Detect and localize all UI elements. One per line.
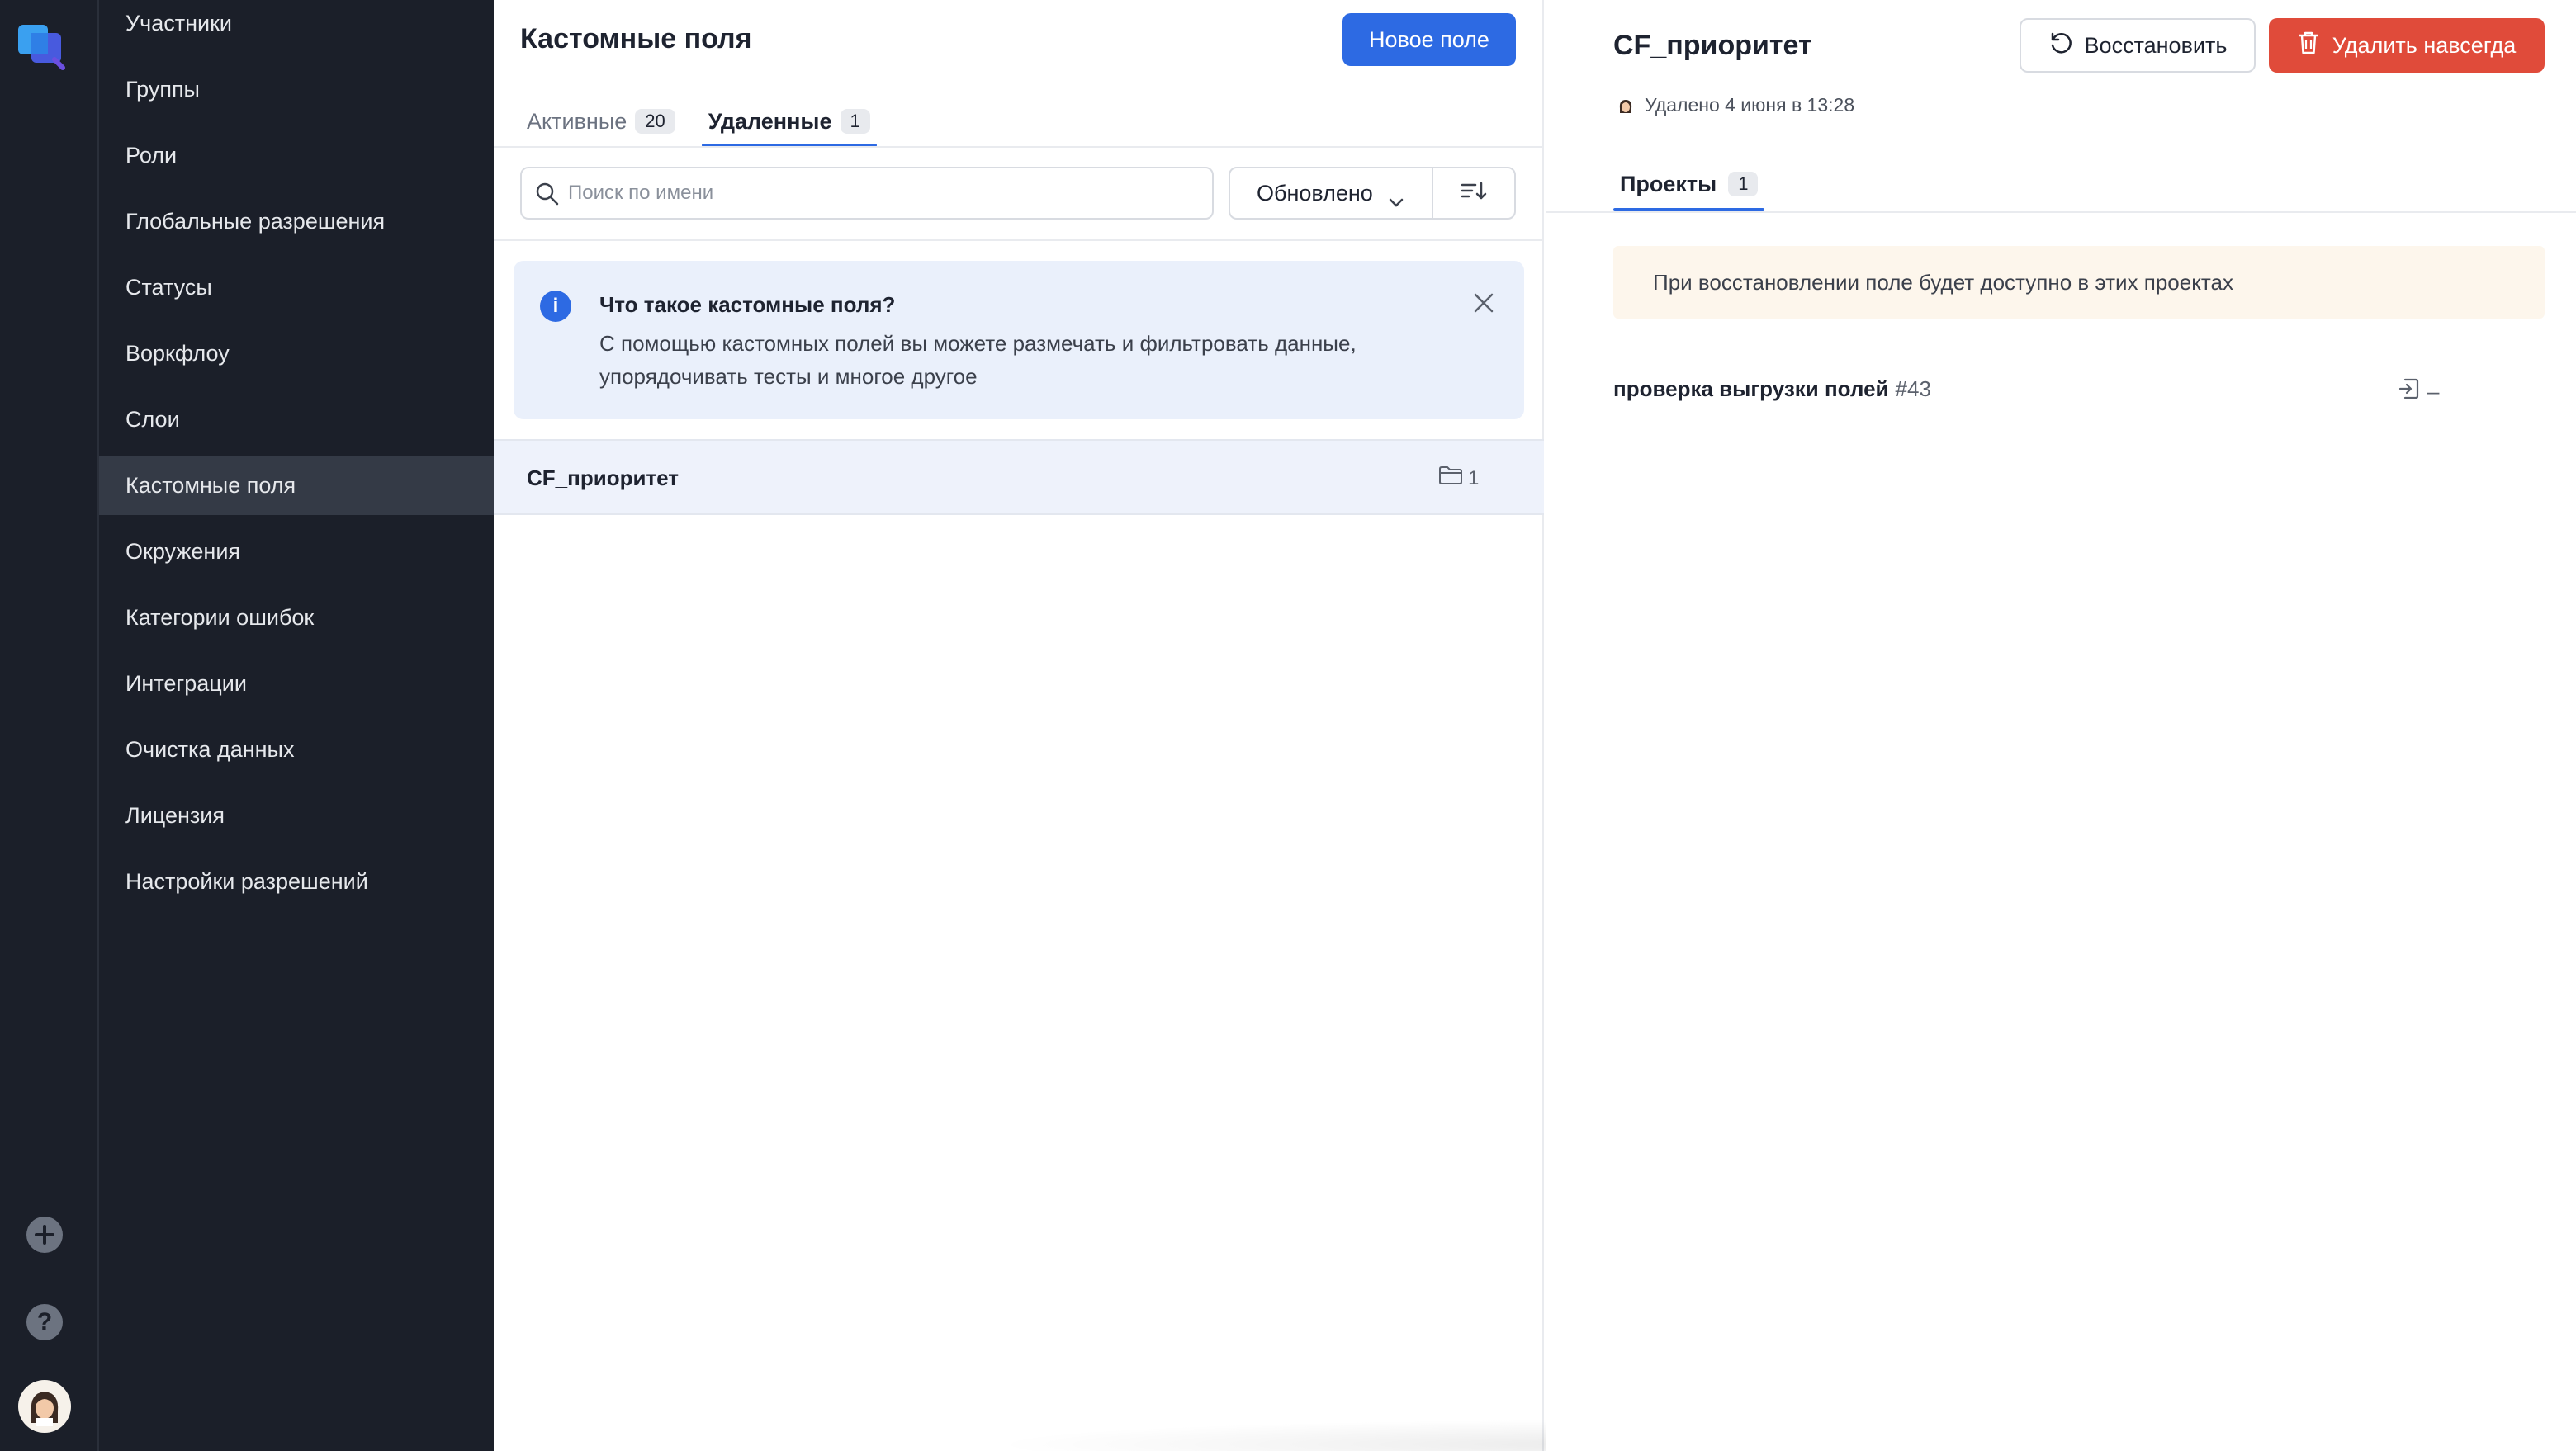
search-icon (535, 182, 560, 210)
sort-field-value: Обновлено (1257, 180, 1373, 206)
restore-icon (2048, 31, 2085, 61)
sidebar-item-label: Слои (125, 406, 180, 432)
restore-label: Восстановить (2084, 32, 2228, 58)
info-banner: i Что такое кастомные поля? С помощью ка… (514, 261, 1524, 419)
sidebar-item-license[interactable]: Лицензия (99, 786, 494, 845)
tab-label: Проекты (1620, 171, 1717, 196)
restore-button[interactable]: Восстановить (2020, 18, 2256, 73)
sidebar-item-label: Лицензия (125, 802, 225, 828)
sidebar-item-statuses[interactable]: Статусы (99, 258, 494, 317)
search-input[interactable] (568, 182, 1212, 205)
info-text: С помощью кастомных полей вы можете разм… (599, 331, 1357, 389)
project-id: #43 (1895, 376, 1931, 401)
app-window: ? Участники Группы Роли Глобальные разре… (0, 0, 2576, 1451)
tab-count-badge: 1 (1728, 172, 1759, 196)
plus-icon[interactable] (26, 1217, 63, 1253)
sidebar-item-groups[interactable]: Группы (99, 59, 494, 119)
close-icon[interactable] (1473, 292, 1494, 318)
project-name[interactable]: проверка выгрузки полей #43 (1613, 376, 1931, 402)
tab-label: Удаленные (708, 108, 832, 134)
tab-count-badge: 1 (840, 109, 870, 134)
page-title: Кастомные поля (520, 23, 752, 54)
sidebar-item-label: Роли (125, 142, 178, 168)
chevron-down-icon (1389, 188, 1404, 214)
settings-sidebar: Участники Группы Роли Глобальные разреше… (99, 0, 494, 1451)
list-item[interactable]: CF_приоритет 1 (494, 439, 1544, 515)
tab-label: Активные (527, 108, 627, 134)
login-icon (2398, 376, 2421, 407)
icon-rail: ? (0, 0, 99, 1451)
sidebar-item-roles[interactable]: Роли (99, 125, 494, 185)
divider (1546, 211, 2576, 213)
tab-projects[interactable]: Проекты 1 (1613, 157, 1765, 211)
sidebar-item-custom-fields[interactable]: Кастомные поля (99, 456, 494, 515)
trash-icon (2298, 31, 2332, 61)
sidebar-item-label: Участники (125, 10, 232, 35)
tab-deleted[interactable]: Удаленные 1 (701, 96, 877, 147)
deleted-timestamp: Удалено 4 июня в 13:28 (1645, 94, 1855, 116)
sidebar-item-label: Кастомные поля (125, 472, 296, 498)
restore-notice: При восстановлении поле будет доступно в… (1613, 246, 2545, 319)
divider (494, 239, 1544, 241)
sort-direction-button[interactable] (1432, 167, 1516, 220)
project-status: – (2391, 376, 2439, 407)
tab-count-badge: 20 (635, 109, 675, 134)
project-status-value: – (2427, 379, 2440, 404)
question-icon[interactable]: ? (26, 1304, 63, 1340)
sidebar-item-data-cleanup[interactable]: Очистка данных (99, 720, 494, 779)
sidebar-item-integrations[interactable]: Интеграции (99, 654, 494, 713)
project-title: проверка выгрузки полей (1613, 376, 1889, 401)
sidebar-item-label: Настройки разрешений (125, 868, 368, 894)
sidebar-item-label: Очистка данных (125, 736, 295, 762)
sidebar-item-label: Категории ошибок (125, 604, 315, 630)
info-title: Что такое кастомные поля? (599, 292, 896, 317)
divider (494, 146, 1544, 148)
deleted-info: Удалено 4 июня в 13:28 (1618, 94, 1854, 116)
sidebar-item-label: Окружения (125, 538, 241, 564)
sidebar-item-permission-settings[interactable]: Настройки разрешений (99, 852, 494, 911)
search-box[interactable] (520, 167, 1214, 220)
sidebar-item-label: Интеграции (125, 670, 247, 696)
field-detail-panel: CF_приоритет Восстановить Удалить навсег… (1546, 0, 2576, 1451)
delete-label: Удалить навсегда (2332, 32, 2517, 58)
folder-icon (1438, 466, 1463, 491)
sidebar-item-global-permissions[interactable]: Глобальные разрешения (99, 191, 494, 251)
sort-order-icon (1460, 180, 1488, 207)
project-count: 1 (1433, 466, 1479, 491)
sidebar-item-workflow[interactable]: Воркфлоу (99, 324, 494, 383)
sort-field-select[interactable]: Обновлено (1229, 167, 1433, 220)
detail-tabs: Проекты 1 (1613, 157, 1765, 211)
project-row: проверка выгрузки полей #43 – (1613, 376, 2545, 409)
list-tabs: Активные 20 Удаленные 1 (520, 96, 897, 147)
custom-fields-list-panel: Кастомные поля Новое поле Активные 20 Уд… (494, 0, 2228, 1451)
user-avatar (1618, 97, 1633, 114)
sidebar-item-label: Воркфлоу (125, 340, 230, 366)
sidebar-item-environments[interactable]: Окружения (99, 522, 494, 581)
detail-title: CF_приоритет (1613, 30, 1812, 61)
new-field-button[interactable]: Новое поле (1342, 13, 1516, 66)
field-name: CF_приоритет (527, 466, 680, 490)
tab-active[interactable]: Активные 20 (520, 96, 682, 147)
sidebar-item-error-categories[interactable]: Категории ошибок (99, 588, 494, 647)
app-logo-icon[interactable] (17, 17, 73, 73)
project-count-value: 1 (1468, 466, 1480, 489)
sidebar-item-layers[interactable]: Слои (99, 390, 494, 449)
sidebar-item-label: Группы (125, 76, 200, 102)
sidebar-item-label: Статусы (125, 274, 212, 300)
delete-forever-button[interactable]: Удалить навсегда (2269, 18, 2545, 73)
info-icon: i (540, 291, 571, 322)
user-avatar[interactable] (18, 1380, 71, 1433)
sidebar-item-participants[interactable]: Участники (99, 0, 494, 53)
sidebar-item-label: Глобальные разрешения (125, 208, 386, 234)
